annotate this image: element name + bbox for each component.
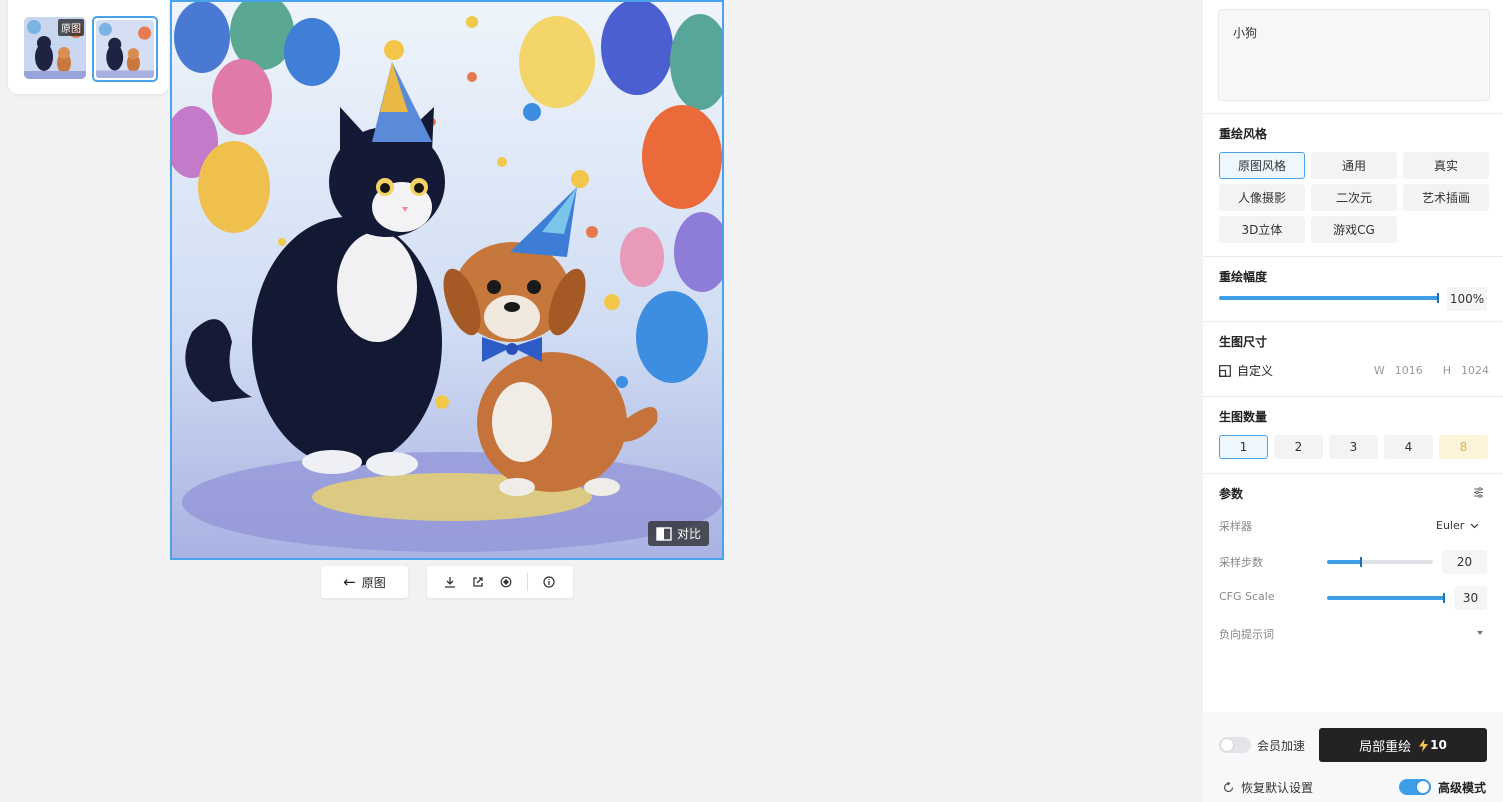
toggle-knob: [1417, 781, 1429, 793]
style-option[interactable]: 游戏CG: [1311, 216, 1397, 243]
size-dimensions: W 1016 H 1024: [1374, 364, 1489, 377]
count-options: 12348: [1219, 435, 1488, 459]
steps-label: 采样步数: [1219, 556, 1263, 569]
image-actions-toolbar: [427, 566, 573, 598]
open-external-icon[interactable]: [471, 575, 485, 589]
original-badge: 原图: [58, 19, 84, 36]
compare-label: 对比: [676, 527, 701, 541]
strength-value[interactable]: 100%: [1447, 287, 1487, 311]
thumbnail-panel: 原图: [8, 0, 169, 94]
cfg-slider[interactable]: [1327, 593, 1445, 603]
caret-down-icon[interactable]: [1477, 631, 1483, 635]
custom-size-icon: [1219, 364, 1231, 377]
size-row: 自定义 W 1016 H 1024: [1219, 362, 1489, 379]
vip-speed-toggle[interactable]: [1219, 737, 1251, 753]
count-option[interactable]: 3: [1329, 435, 1378, 459]
style-option[interactable]: 真实: [1403, 152, 1489, 179]
count-option[interactable]: 2: [1274, 435, 1323, 459]
settings-panel: 小狗 重绘风格 原图风格 通用 真实人像摄影 二次元 艺术插画 3D立体 游戏CG 重绘幅度…: [1203, 0, 1503, 802]
steps-value[interactable]: 20: [1442, 550, 1487, 574]
sampler-select[interactable]: Euler: [1436, 519, 1479, 532]
bottom-action-bar: 会员加速 局部重绘 10 恢复默认设置 高级模式: [1203, 712, 1503, 802]
party-cat-dog-illustration: [172, 2, 722, 558]
cost-badge: 10: [1419, 738, 1447, 752]
erase-icon[interactable]: [499, 575, 513, 589]
strength-slider-fill: [1219, 296, 1439, 300]
sampler-label: 采样器: [1219, 520, 1252, 533]
strength-slider-handle[interactable]: [1437, 293, 1439, 303]
steps-slider-fill: [1327, 560, 1362, 564]
arrow-left-icon: ←: [343, 572, 356, 591]
advanced-mode-toggle[interactable]: [1399, 779, 1431, 795]
info-icon[interactable]: [542, 575, 556, 589]
back-label: 原图: [361, 575, 386, 590]
toggle-knob: [1221, 739, 1233, 751]
size-mode[interactable]: 自定义: [1237, 362, 1273, 379]
thumbnail-result[interactable]: [92, 16, 158, 82]
back-to-original-button[interactable]: ← 原图: [321, 566, 408, 598]
count-option[interactable]: 4: [1384, 435, 1433, 459]
height-label: H: [1442, 364, 1451, 377]
height-value[interactable]: 1024: [1461, 364, 1489, 377]
params-settings-icon[interactable]: [1473, 487, 1484, 498]
cfg-label: CFG Scale: [1219, 590, 1275, 603]
style-option[interactable]: 原图风格: [1219, 152, 1305, 179]
strength-slider[interactable]: [1219, 293, 1439, 303]
divider: [1203, 473, 1503, 474]
cfg-slider-fill: [1327, 596, 1445, 600]
size-title: 生图尺寸: [1219, 335, 1268, 349]
reset-icon[interactable]: [1223, 782, 1234, 793]
reset-defaults-link[interactable]: 恢复默认设置: [1241, 779, 1313, 796]
toolbar-divider: [527, 573, 528, 591]
style-option[interactable]: 人像摄影: [1219, 184, 1305, 211]
strength-title: 重绘幅度: [1219, 270, 1268, 284]
count-option[interactable]: 1: [1219, 435, 1268, 459]
sampler-value: Euler: [1436, 519, 1465, 532]
chevron-down-icon: [1470, 523, 1479, 528]
thumbnail-art: [96, 20, 154, 78]
negative-prompt-label[interactable]: 负向提示词: [1219, 626, 1274, 642]
cfg-slider-handle[interactable]: [1443, 593, 1445, 603]
advanced-mode-label: 高级模式: [1438, 781, 1487, 795]
params-title: 参数: [1219, 487, 1244, 501]
generate-label: 局部重绘: [1359, 739, 1412, 755]
generate-cost: 10: [1430, 738, 1447, 752]
steps-slider[interactable]: [1327, 557, 1433, 567]
style-option[interactable]: 二次元: [1311, 184, 1397, 211]
thumbnail-original[interactable]: 原图: [24, 17, 86, 79]
divider: [1203, 113, 1503, 114]
compare-button[interactable]: 对比: [647, 521, 709, 546]
count-title: 生图数量: [1219, 410, 1268, 424]
style-grid: 原图风格 通用 真实人像摄影 二次元 艺术插画 3D立体 游戏CG: [1219, 152, 1489, 243]
style-section-title: 重绘风格: [1219, 127, 1268, 141]
divider: [1203, 256, 1503, 257]
download-icon[interactable]: [443, 575, 457, 589]
width-value[interactable]: 1016: [1395, 364, 1423, 377]
steps-slider-handle[interactable]: [1359, 557, 1362, 567]
generate-button[interactable]: 局部重绘 10: [1319, 728, 1487, 762]
vip-speed-label: 会员加速: [1257, 739, 1306, 753]
lightning-icon: [1419, 738, 1429, 752]
prompt-textarea[interactable]: 小狗: [1218, 9, 1490, 101]
main-image[interactable]: 对比: [170, 0, 724, 560]
style-option[interactable]: 艺术插画: [1403, 184, 1489, 211]
width-label: W: [1373, 364, 1385, 377]
divider: [1203, 321, 1503, 322]
compare-icon: [656, 526, 672, 541]
style-option[interactable]: 3D立体: [1219, 216, 1305, 243]
count-option[interactable]: 8: [1439, 435, 1488, 459]
style-option[interactable]: 通用: [1311, 152, 1397, 179]
cfg-value[interactable]: 30: [1454, 586, 1487, 610]
divider: [1203, 396, 1503, 397]
